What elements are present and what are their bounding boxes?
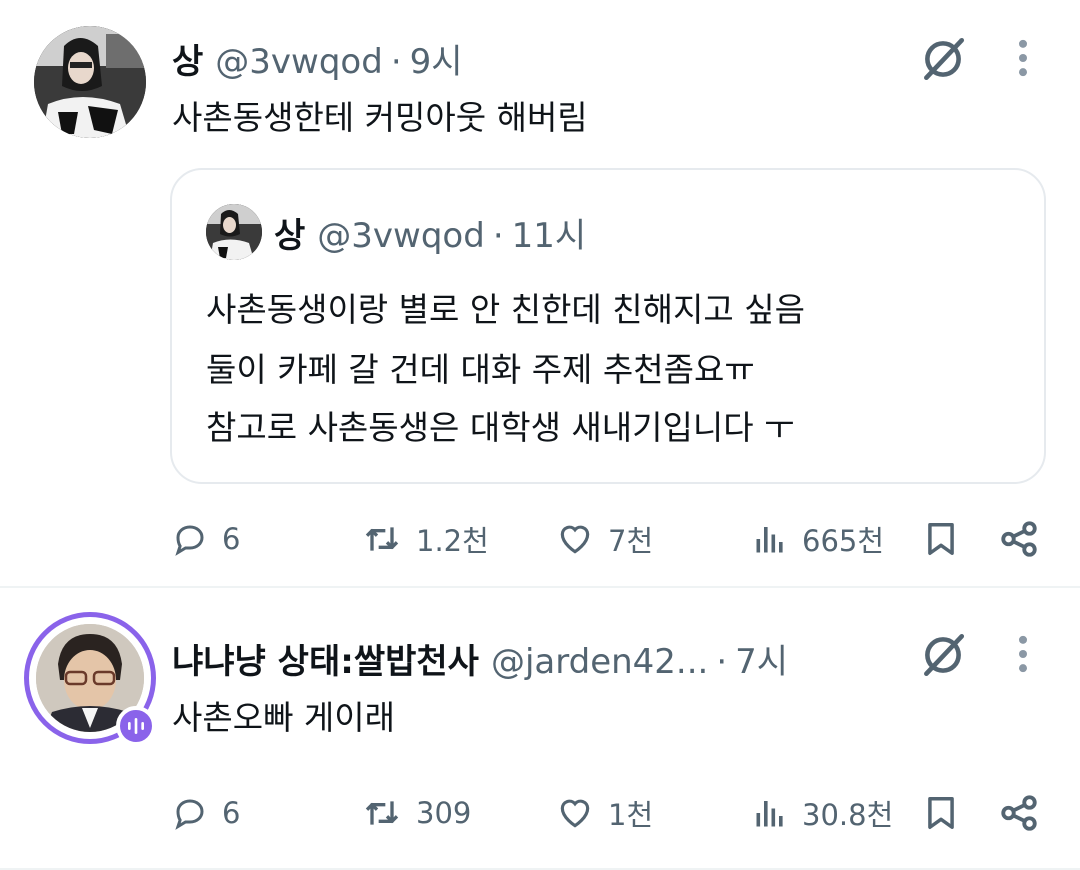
quote-user-handle: @3vwqod	[317, 216, 485, 256]
bookmark-button[interactable]	[922, 514, 960, 564]
timestamp[interactable]: 7시	[735, 634, 788, 683]
quote-display-name: 상	[274, 216, 306, 256]
like-count: 7천	[608, 524, 654, 558]
voice-badge-icon	[116, 706, 156, 746]
share-icon	[998, 518, 1040, 560]
avatar-photo-icon	[34, 26, 146, 138]
grok-icon[interactable]	[918, 630, 968, 680]
reply-count: 6	[222, 522, 241, 556]
retweet-count: 1.2천	[416, 524, 489, 558]
separator-dot: ·	[492, 216, 504, 256]
separator-dot: ·	[390, 42, 402, 82]
views-icon	[752, 795, 788, 831]
avatar-photo-icon	[206, 204, 262, 260]
quote-text-line: 사촌동생이랑 별로 안 친한데 친해지고 싶음	[206, 290, 805, 329]
timestamp[interactable]: 9시	[410, 34, 463, 83]
user-handle[interactable]: @3vwqod	[215, 42, 383, 82]
reply-icon	[172, 521, 208, 557]
views-count: 30.8천	[802, 798, 894, 832]
views-icon	[752, 521, 788, 557]
retweet-button[interactable]: 1.2천	[362, 514, 489, 564]
quote-text-line: 둘이 카페 갈 건데 대화 주제 추천좀요ㅠ	[206, 350, 755, 389]
bookmark-button[interactable]	[922, 788, 960, 838]
reply-button[interactable]: 6	[172, 514, 240, 564]
views-button[interactable]: 30.8천	[752, 788, 893, 838]
reply-count: 6	[222, 796, 241, 830]
share-icon	[998, 792, 1040, 834]
like-count: 1천	[608, 798, 654, 832]
quote-avatar	[206, 204, 262, 260]
retweet-button[interactable]: 309	[362, 788, 471, 838]
tweet-main[interactable]: 상 @3vwqod · 9시 사촌동생한테 커밍아웃 해버림 상 @3vwqod…	[0, 0, 1080, 588]
share-button[interactable]	[998, 514, 1040, 564]
bookmark-icon	[922, 794, 960, 832]
retweet-count: 309	[416, 796, 472, 830]
tweet-reply[interactable]: 냐냐냥 상태:쌀밥천사 @jarden42... · 7시 사촌오빠 게이래 6…	[0, 590, 1080, 870]
views-button[interactable]: 665천	[752, 514, 884, 564]
action-bar: 6 309 1천 30.8천	[0, 788, 1080, 838]
tweet-text: 사촌오빠 게이래	[172, 698, 396, 737]
more-icon[interactable]	[1016, 634, 1030, 674]
quoted-tweet[interactable]: 상 @3vwqod · 11시 사촌동생이랑 별로 안 친한데 친해지고 싶음 …	[170, 168, 1046, 484]
display-name[interactable]: 상	[172, 34, 203, 83]
share-button[interactable]	[998, 788, 1040, 838]
separator-dot: ·	[716, 642, 728, 682]
user-handle[interactable]: @jarden42...	[491, 642, 708, 682]
more-icon[interactable]	[1016, 38, 1030, 78]
quote-text-line: 참고로 사촌동생은 대학생 새내기입니다 ㅜ	[206, 408, 795, 447]
views-count: 665천	[802, 524, 885, 558]
like-button[interactable]: 1천	[556, 788, 653, 838]
reply-button[interactable]: 6	[172, 788, 240, 838]
avatar[interactable]	[34, 26, 146, 138]
retweet-icon	[362, 519, 402, 559]
retweet-icon	[362, 793, 402, 833]
grok-icon[interactable]	[918, 34, 968, 84]
action-bar: 6 1.2천 7천 665천	[0, 514, 1080, 564]
quote-timestamp: 11시	[511, 216, 587, 256]
like-button[interactable]: 7천	[556, 514, 653, 564]
bookmark-icon	[922, 520, 960, 558]
like-icon	[556, 520, 594, 558]
tweet-text: 사촌동생한테 커밍아웃 해버림	[172, 98, 588, 137]
reply-icon	[172, 795, 208, 831]
like-icon	[556, 794, 594, 832]
display-name[interactable]: 냐냐냥 상태:쌀밥천사	[172, 634, 479, 683]
